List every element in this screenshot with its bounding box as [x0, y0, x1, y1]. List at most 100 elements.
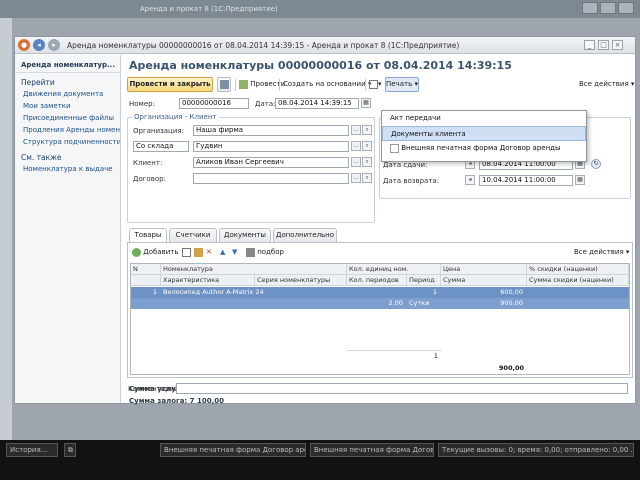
sidebar-item-extensions[interactable]: Продления Аренды номен...	[15, 124, 120, 136]
print-menu-item-contract[interactable]: Внешняя печатная форма Договор аренды	[382, 141, 586, 156]
toolbar-separator	[365, 79, 366, 91]
sidebar-header[interactable]: Аренда номенклатур...	[15, 55, 120, 73]
open-icon[interactable]: ⌕	[362, 173, 372, 183]
table-all-actions-button[interactable]: Все действия ▾	[574, 245, 629, 260]
toolbar-separator	[235, 79, 236, 91]
org-client-group-title: Организация - Клиент	[132, 113, 219, 121]
refresh-icon[interactable]: ↻	[591, 159, 601, 169]
sidebar-item-structure[interactable]: Структура подчиненности	[15, 136, 120, 148]
select-icon[interactable]: …	[351, 125, 361, 135]
sidebar-item-files[interactable]: Присоединенные файлы	[15, 112, 120, 124]
issue-date-label: Дата сдачи:	[383, 161, 428, 169]
cell-period[interactable]: Сутки	[407, 298, 441, 309]
col-header-units[interactable]: Кол. единиц ном.	[347, 264, 441, 275]
goods-panel: Добавить ✕ ▲ ▼ подбор Все действия ▾ N Н…	[127, 242, 633, 378]
open-icon[interactable]: ⌕	[362, 141, 372, 151]
print-menu-item-transfer-act[interactable]: Акт передачи	[382, 111, 586, 126]
cell-periods[interactable]: 2,00	[347, 298, 405, 309]
post-and-close-button[interactable]: Провести и закрыть	[127, 77, 213, 92]
comment-label: Комментарий:	[128, 385, 181, 393]
document-icon	[390, 143, 399, 153]
move-down-icon[interactable]: ▼	[232, 245, 237, 260]
col-header-price[interactable]: Цена	[441, 264, 527, 275]
add-row-button[interactable]: Добавить	[132, 245, 178, 260]
history-button[interactable]: История...	[6, 443, 58, 457]
cell-units[interactable]: 1	[347, 287, 439, 298]
delete-icon[interactable]: ✕	[206, 245, 212, 260]
tab-documents[interactable]: Документы	[219, 228, 271, 242]
all-actions-button[interactable]: Все действия ▾	[579, 77, 634, 92]
close-icon[interactable]	[618, 2, 634, 14]
select-icon[interactable]: …	[351, 173, 361, 183]
forward-icon[interactable]: ▸	[48, 39, 60, 51]
create-based-label: Создать на основании	[283, 80, 366, 88]
date-left-icon[interactable]: ◂	[465, 175, 475, 185]
print-menu-item-client-docs[interactable]: Документы клиента	[382, 126, 586, 141]
col-header-discount-sum[interactable]: Сумма скидки (наценки)	[527, 275, 629, 286]
date-label: Дата:	[255, 100, 276, 108]
open-icon[interactable]: ⌕	[362, 125, 372, 135]
col-header-series[interactable]: Серия номенклатуры	[255, 275, 347, 286]
background-title: Аренда и прокат 8 (1С:Предприятие)	[140, 5, 278, 13]
cell-price[interactable]: 600,00	[441, 287, 525, 298]
window-switch-icon[interactable]: ⧉	[64, 443, 76, 457]
contract-field[interactable]	[193, 173, 349, 184]
footer-sum: 900,00	[498, 364, 524, 372]
tab-additional[interactable]: Дополнительно	[273, 228, 337, 242]
calendar-icon[interactable]: ▦	[575, 175, 585, 185]
open-icon[interactable]: ⌕	[362, 157, 372, 167]
select-items-button[interactable]: подбор	[246, 245, 284, 260]
col-header-periods[interactable]: Кол. периодов	[347, 275, 407, 286]
copy-button[interactable]	[182, 245, 191, 260]
select-items-label: подбор	[257, 248, 284, 256]
minimize-icon[interactable]: _	[584, 40, 595, 50]
tab-bar: Товары Счетчики Документы Дополнительно	[127, 228, 633, 243]
col-header-nomenclature[interactable]: Номенклатура	[161, 264, 347, 275]
maximize-icon[interactable]	[600, 2, 616, 14]
taskbar-item[interactable]: Внешняя печатная форма Договор аренды	[310, 443, 434, 457]
warehouse-field[interactable]: Гудвин	[193, 141, 349, 152]
client-label: Клиент:	[133, 159, 163, 167]
move-up-icon[interactable]: ▲	[220, 245, 225, 260]
tab-goods[interactable]: Товары	[129, 228, 167, 243]
comment-field[interactable]	[176, 383, 628, 394]
sidebar-item-movements[interactable]: Движения документа	[15, 88, 120, 100]
app-icon[interactable]: ●	[18, 39, 30, 51]
warehouse-type-select[interactable]: Со склада	[133, 141, 189, 152]
edit-button[interactable]	[194, 245, 203, 260]
organization-field[interactable]: Наша фирма	[193, 125, 349, 136]
table-all-actions-label: Все действия	[574, 248, 624, 256]
col-header-n[interactable]: N	[131, 264, 161, 275]
minimize-icon[interactable]	[582, 2, 598, 14]
col-header-discount[interactable]: % скидки (наценки)	[527, 264, 629, 275]
toolbar-separator	[279, 79, 280, 91]
number-field[interactable]: 00000000016	[179, 98, 249, 109]
background-panel	[0, 18, 12, 440]
select-icon[interactable]: …	[351, 157, 361, 167]
create-based-on-button[interactable]: Создать на основании ▾	[283, 77, 371, 92]
save-button[interactable]	[217, 77, 231, 92]
client-field[interactable]: Аликов Иван Сергеевич	[193, 157, 349, 168]
sidebar-item-to-issue[interactable]: Номенклатура к выдаче	[15, 163, 120, 175]
page-title: Аренда номенклатуры 00000000016 от 08.04…	[129, 59, 512, 72]
tab-counters[interactable]: Счетчики	[169, 228, 217, 242]
sidebar-item-notes[interactable]: Мои заметки	[15, 100, 120, 112]
taskbar-item[interactable]: Внешняя печатная форма Договор аренды	[160, 443, 306, 457]
return-date-field[interactable]: 10.04.2014 11:00:00	[479, 175, 573, 186]
cell-nomenclature[interactable]: Велосипед Author A-Matrix 24	[161, 287, 347, 298]
select-icon[interactable]: …	[351, 141, 361, 151]
cell-n[interactable]: 1	[131, 287, 159, 298]
calendar-icon[interactable]: ▦	[361, 98, 371, 108]
col-header-period[interactable]: Период	[407, 275, 441, 286]
attach-button[interactable]: ▾	[369, 77, 382, 92]
cell-sum[interactable]: 900,00	[441, 298, 525, 309]
close-icon[interactable]: ×	[612, 40, 623, 50]
print-button[interactable]: Печать ▾	[385, 77, 419, 92]
col-header-sum[interactable]: Сумма	[441, 275, 527, 286]
back-icon[interactable]: ◂	[33, 39, 45, 51]
date-field[interactable]: 08.04.2014 14:39:15	[275, 98, 359, 109]
col-header-characteristic[interactable]: Характеристика	[161, 275, 255, 286]
background-title-bar: Аренда и прокат 8 (1С:Предприятие)	[0, 0, 640, 18]
maximize-icon[interactable]: □	[598, 40, 609, 50]
sidebar: Аренда номенклатур... Перейти Движения д…	[15, 55, 121, 403]
